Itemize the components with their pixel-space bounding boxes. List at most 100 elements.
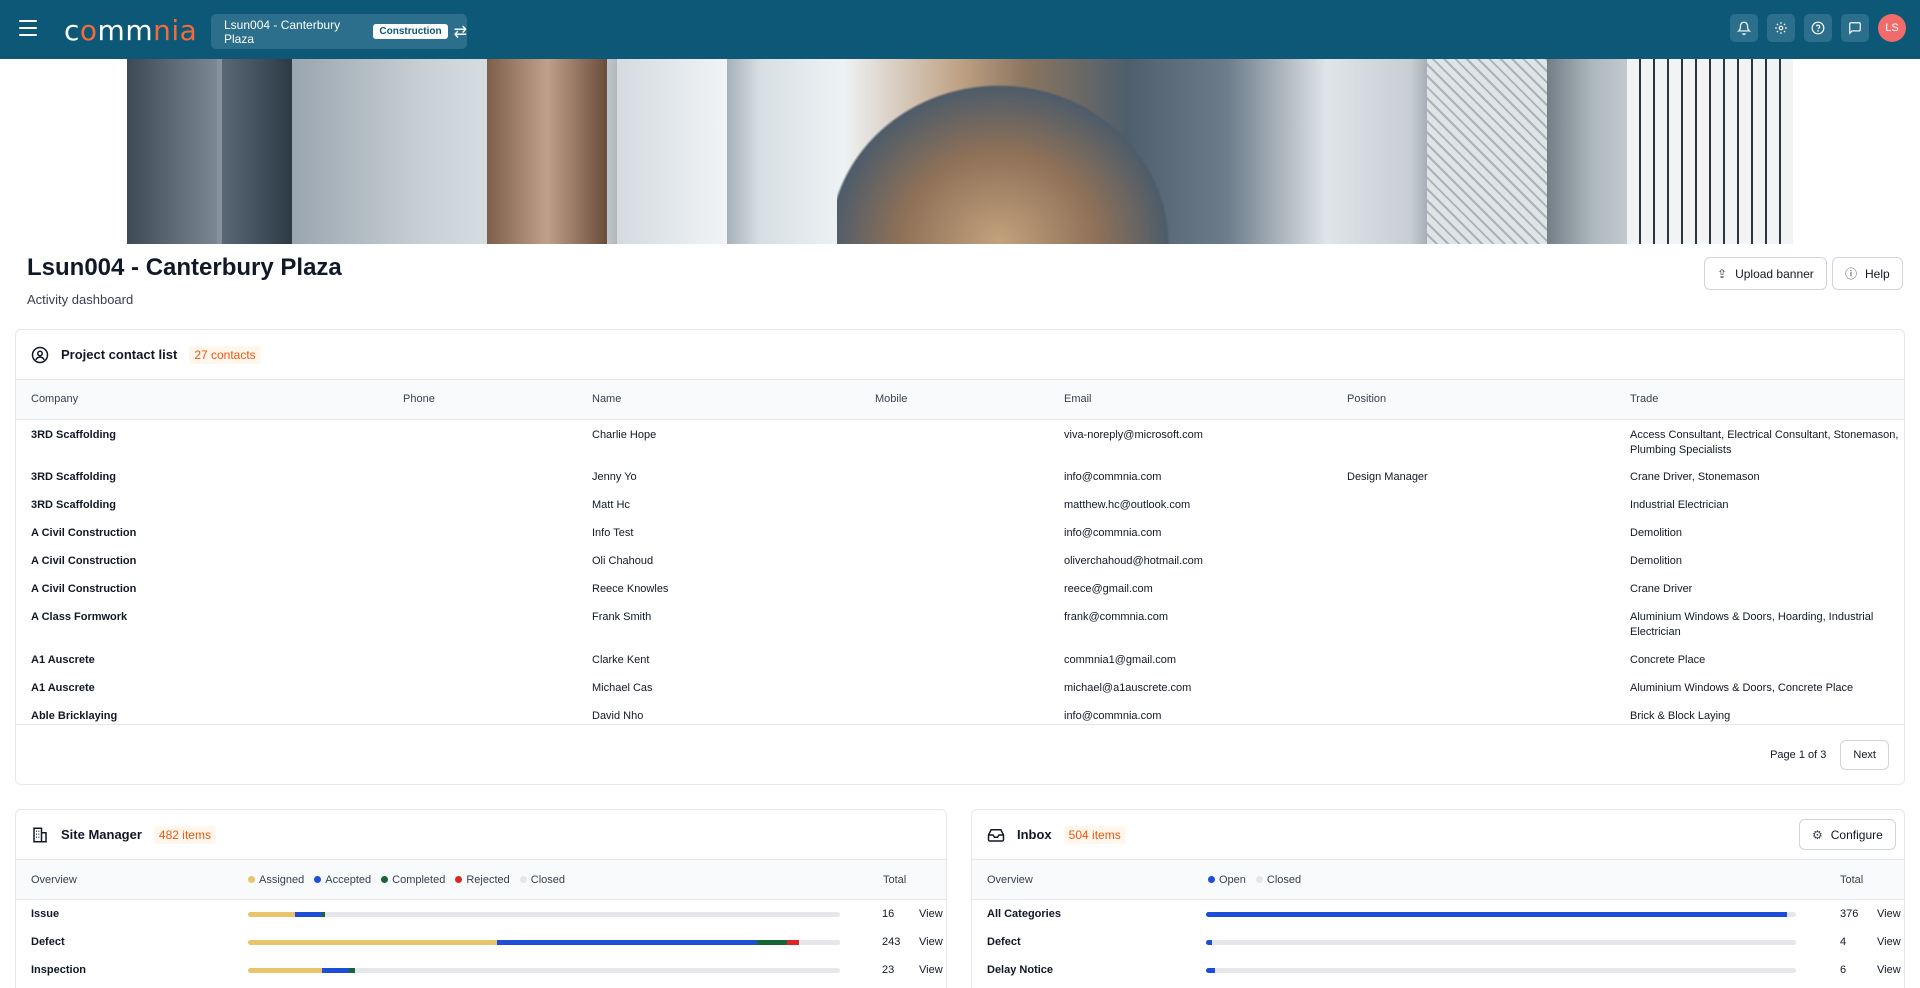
project-switcher[interactable]: Lsun004 - Canterbury Plaza Construction … (211, 14, 467, 49)
legend-item-completed: Completed (381, 874, 445, 886)
progress-bar (1206, 912, 1796, 917)
contact-list-header: Project contact list 27 contacts (16, 330, 1904, 380)
cell-position (1332, 490, 1615, 518)
table-row[interactable]: A Class Formwork Frank Smith frank@commnia… (16, 602, 1904, 645)
bell-icon[interactable] (1730, 14, 1758, 42)
logo-accent: nia (153, 14, 198, 47)
cell-email: reece@gmail.com (1064, 583, 1153, 595)
app-logo[interactable]: commnia (64, 14, 197, 47)
progress-segment-closed (324, 912, 840, 917)
page-indicator: Page 1 of 3 (1770, 748, 1827, 761)
cell-phone (388, 462, 577, 490)
cell-mobile (860, 419, 1049, 462)
progress-bar (248, 968, 840, 973)
gear-icon[interactable] (1767, 14, 1795, 42)
legend-label: Closed (530, 873, 566, 886)
table-row[interactable]: A Civil Construction Reece Knowles reece@g… (16, 574, 1904, 602)
view-link[interactable]: View (1877, 936, 1901, 948)
site-manager-rows: Issue 16 View Defect 243 View Inspection 23 View (16, 900, 946, 984)
cell-trade: Aluminium Windows & Doors, Concrete Plac… (1630, 682, 1854, 694)
legend-label: Accepted (325, 873, 372, 886)
help-button[interactable]: ⓘ Help (1832, 257, 1903, 290)
overview-row: Defect 4 View (972, 928, 1904, 956)
contact-list-title: Project contact list (61, 347, 178, 362)
avatar[interactable]: LS (1878, 14, 1906, 42)
overview-row-label: Issue (31, 908, 60, 920)
view-link[interactable]: View (1877, 964, 1901, 976)
progress-segment-closed (798, 940, 840, 945)
overview-row: All Categories 376 View (972, 900, 1904, 928)
upload-banner-button[interactable]: ⇪ Upload banner (1704, 257, 1827, 290)
table-row[interactable]: A Civil Construction Oli Chahoud olivercha… (16, 546, 1904, 574)
next-page-button[interactable]: Next (1840, 739, 1889, 770)
table-row[interactable]: A1 Auscrete Clarke Kent commnia1@gmail.com… (16, 645, 1904, 673)
configure-button[interactable]: ⚙ Configure (1799, 819, 1896, 850)
overview-row-total: 376 (1840, 908, 1859, 920)
progress-segment-accepted (295, 912, 322, 917)
overview-row-total: 23 (882, 964, 895, 976)
progress-segment-closed (1214, 968, 1796, 973)
cell-company: 3RD Scaffolding (31, 471, 116, 483)
table-row[interactable]: A Civil Construction Info Test info@commni… (16, 518, 1904, 546)
progress-segment-closed (354, 968, 840, 973)
help-icon[interactable] (1804, 14, 1832, 42)
column-header-phone[interactable]: Phone (388, 380, 577, 420)
overview-row: Inspection 23 View (16, 956, 946, 984)
table-row[interactable]: A1 Auscrete Michael Cas michael@a1auscrete… (16, 673, 1904, 701)
overview-row-label: Delay Notice (987, 964, 1054, 976)
gear-icon: ⚙ (1812, 827, 1823, 842)
upload-banner-label: Upload banner (1735, 266, 1814, 281)
contact-count-badge: 27 contacts (189, 345, 261, 364)
view-link[interactable]: View (919, 908, 943, 920)
legend-item-open: Open (1208, 874, 1246, 886)
overview-label: Overview (31, 873, 77, 886)
total-header: Total (1840, 873, 1864, 886)
project-stage-badge: Construction (373, 24, 448, 39)
cell-company: A Civil Construction (31, 555, 137, 567)
cell-name: Clarke Kent (592, 654, 650, 666)
cell-mobile (860, 518, 1049, 546)
table-row[interactable]: 3RD Scaffolding Matt Hc matthew.hc@outlook… (16, 490, 1904, 518)
column-header-name[interactable]: Name (577, 380, 860, 420)
cell-trade: Aluminium Windows & Doors, Hoarding, Ind… (1630, 611, 1874, 638)
column-header-email[interactable]: Email (1049, 380, 1332, 420)
progress-bar (248, 912, 840, 917)
column-header-company[interactable]: Company (16, 380, 388, 420)
chat-icon[interactable] (1841, 14, 1869, 42)
cell-name: Charlie Hope (592, 428, 657, 441)
table-row[interactable]: 3RD Scaffolding Charlie Hope viva-noreply@… (16, 419, 1904, 462)
progress-segment-assigned (248, 968, 322, 973)
total-header: Total (883, 873, 907, 886)
cell-mobile (860, 645, 1049, 673)
progress-segment-rejected (786, 940, 799, 945)
building-icon (31, 826, 49, 844)
menu-icon[interactable] (19, 20, 37, 36)
inbox-icon (987, 826, 1005, 844)
cell-email: frank@commnia.com (1064, 611, 1169, 623)
table-row[interactable]: 3RD Scaffolding Jenny Yo info@commnia.com D… (16, 462, 1904, 490)
column-header-trade[interactable]: Trade (1615, 380, 1904, 420)
column-header-position[interactable]: Position (1332, 380, 1615, 420)
cell-name: Reece Knowles (592, 583, 669, 595)
inbox-rows: All Categories 376 View Defect 4 View Delay No… (972, 900, 1904, 984)
overview-row-label: All Categories (987, 908, 1061, 920)
legend-dot (1255, 875, 1263, 883)
view-link[interactable]: View (1877, 908, 1901, 920)
legend-dot (455, 875, 463, 883)
overview-row-total: 16 (882, 908, 895, 920)
top-bar: commnia Lsun004 - Canterbury Plaza Const… (0, 0, 1920, 59)
view-link[interactable]: View (919, 964, 943, 976)
page-title: Lsun004 - Canterbury Plaza (27, 254, 342, 281)
banner-tower (617, 59, 727, 244)
legend-label: Open (1219, 873, 1246, 886)
help-circle-icon: ⓘ (1845, 267, 1858, 281)
banner-tower (222, 59, 292, 244)
inbox-count-badge: 504 items (1063, 825, 1126, 844)
cell-mobile (860, 602, 1049, 645)
view-link[interactable]: View (919, 936, 943, 948)
column-header-mobile[interactable]: Mobile (860, 380, 1049, 420)
progress-segment-closed (1787, 912, 1796, 917)
cell-name: Jenny Yo (592, 471, 637, 483)
progress-segment-completed (757, 940, 787, 945)
cell-name: Info Test (592, 527, 634, 539)
